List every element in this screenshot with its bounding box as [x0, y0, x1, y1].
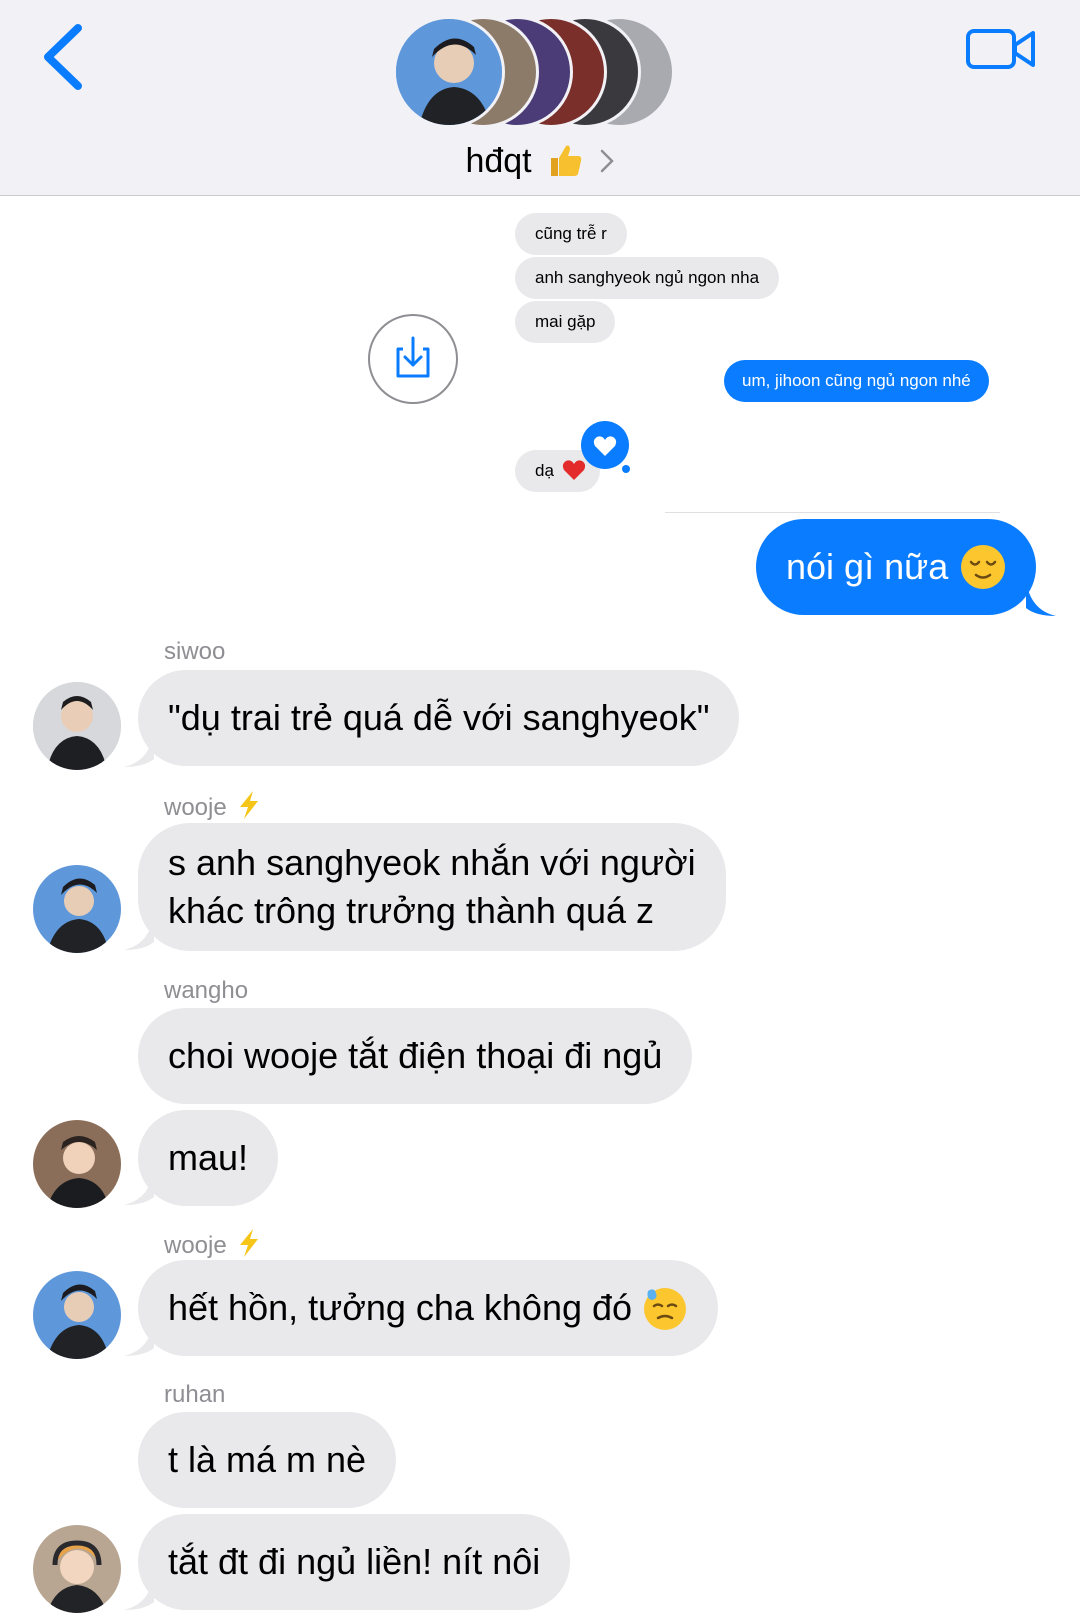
group-name[interactable]: hđqt: [0, 142, 1080, 181]
sender-name: wooje: [164, 794, 227, 821]
collage-reply-text: dạ: [535, 461, 554, 480]
bubble-tail: [1026, 580, 1056, 616]
video-camera-icon[interactable]: [965, 25, 1037, 73]
message-line: khác trông trưởng thành quá z: [168, 890, 654, 931]
message-text: nói gì nữa: [786, 546, 949, 587]
sender-name: siwoo: [164, 638, 226, 665]
sender-name: wangho: [164, 977, 249, 1004]
received-message[interactable]: mau!: [138, 1110, 279, 1206]
sender-name-row: wooje: [164, 1228, 263, 1260]
received-message[interactable]: hết hồn, tưởng cha không đó: [138, 1260, 719, 1356]
lightning-icon: [239, 1229, 258, 1257]
collage-message: anh sanghyeok ngủ ngon nha: [515, 257, 780, 299]
sender-name-row: wooje: [164, 790, 263, 822]
collage-divider: [665, 512, 1000, 513]
relieved-face-icon: [961, 545, 1006, 589]
message-text: tắt đt đi ngủ liền! nít nôi: [168, 1541, 541, 1582]
thumbs-up-icon: [551, 145, 582, 176]
avatar[interactable]: [33, 1525, 121, 1613]
collage-message: cũng trễ r: [515, 213, 627, 255]
message-text: hết hồn, tưởng cha không đó: [168, 1287, 633, 1328]
received-message[interactable]: tắt đt đi ngủ liền! nít nôi: [138, 1514, 571, 1610]
sender-name: wooje: [164, 1232, 227, 1259]
share-download-icon: [396, 336, 430, 378]
member-avatar: [393, 16, 505, 128]
avatar[interactable]: [33, 1120, 121, 1208]
received-message[interactable]: "dụ trai trẻ quá dễ với sanghyeok": [138, 670, 740, 766]
collage-message: mai gặp: [515, 301, 616, 343]
heart-icon: [581, 421, 630, 473]
sent-message[interactable]: nói gì nữa: [756, 519, 1037, 615]
collage-sent-message: um, jihoon cũng ngủ ngon nhé: [724, 360, 989, 402]
chevron-left-icon[interactable]: [36, 22, 92, 92]
conversation-header: hđqt: [0, 0, 1080, 196]
message-text: t là má m nè: [168, 1439, 367, 1480]
received-message[interactable]: choi wooje tắt điện thoại đi ngủ: [138, 1008, 693, 1104]
avatar[interactable]: [33, 682, 121, 770]
group-title-text: hđqt: [465, 142, 532, 180]
avatar[interactable]: [33, 1271, 121, 1359]
sweat-face-icon: [644, 1288, 687, 1330]
chevron-right-icon: [600, 149, 614, 173]
message-text: choi wooje tắt điện thoại đi ngủ: [168, 1035, 663, 1076]
received-message[interactable]: t là má m nè: [138, 1412, 397, 1508]
message-text: mau!: [168, 1137, 249, 1178]
group-avatar-stack[interactable]: [393, 16, 693, 132]
message-text: "dụ trai trẻ quá dễ với sanghyeok": [168, 697, 710, 738]
share-button[interactable]: [368, 314, 458, 404]
avatar[interactable]: [33, 865, 121, 953]
message-line: s anh sanghyeok nhắn với người: [168, 842, 696, 883]
sender-name: ruhan: [164, 1381, 226, 1408]
lightning-icon: [239, 791, 258, 819]
received-message[interactable]: s anh sanghyeok nhắn với người khác trôn…: [138, 823, 726, 951]
